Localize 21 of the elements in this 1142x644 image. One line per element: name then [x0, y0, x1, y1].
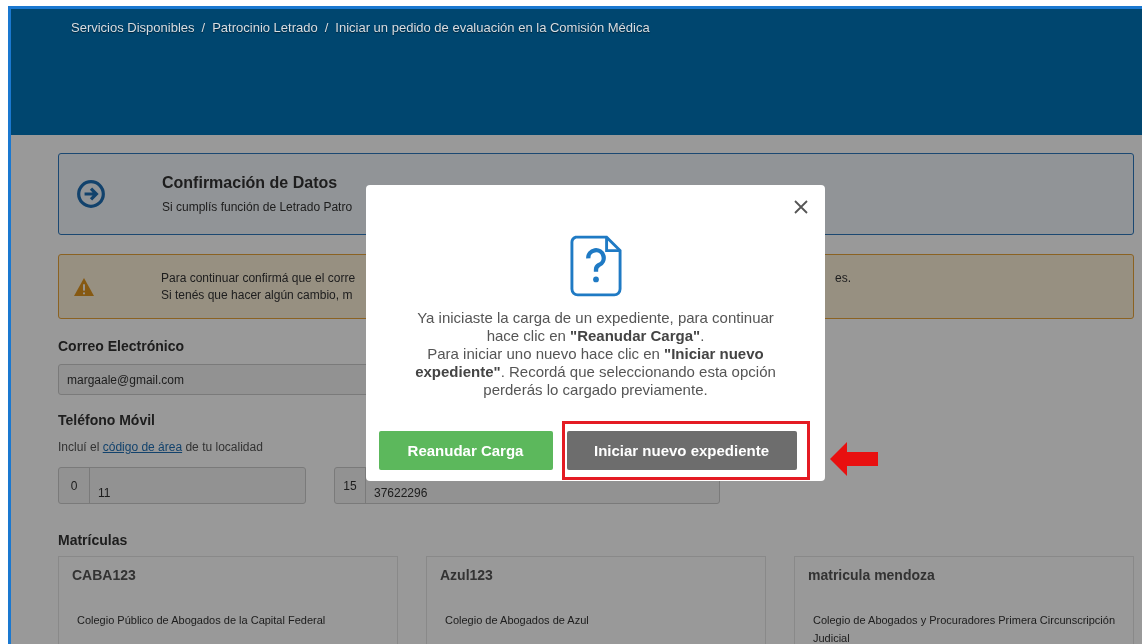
registration-name: Azul123 [440, 567, 494, 583]
field-label: Teléfono Móvil [58, 412, 155, 428]
dialog-message: Ya iniciaste la carga de un expediente, para continuar hace clic en "Reanudar Carga". Para iniciar uno nuevo hace clic en "Iniciar nuevo expediente". Recordá que seleccionando esta opción perderás lo cargado previamente. [414, 309, 777, 399]
notice-title: Confirmación de Datos [162, 174, 339, 192]
registration-name: CABA123 [72, 567, 137, 583]
phone-prefix: 0 [59, 468, 90, 503]
field-label: Correo Electrónico [58, 338, 185, 354]
section-title: Matrículas [58, 532, 128, 548]
college-name: Colegio de Abogados y Procuradores Primera Circunscripción Judicial [812, 613, 1117, 644]
phone-value: 37622296 [373, 485, 428, 502]
breadcrumb-separator: / [324, 20, 329, 35]
college-name: Colegio Público de Abogados de la Capital Federal [76, 613, 327, 628]
warning-text: Para continuar confirmá que el corre [161, 269, 356, 287]
warning-text: es. [835, 269, 851, 287]
notice-text: Si cumplís función de Letrado Patro [162, 200, 353, 214]
phone-value: 11 [97, 485, 111, 502]
warning-text: Si tenés que hacer algún cambio, m [161, 286, 353, 304]
hint-text: Incluí el código de área de tu localidad [58, 440, 263, 454]
registration-name: matricula mendoza [808, 567, 936, 583]
breadcrumb-separator: / [201, 20, 206, 35]
college-name: Colegio de Abogados de Azul [444, 613, 590, 628]
